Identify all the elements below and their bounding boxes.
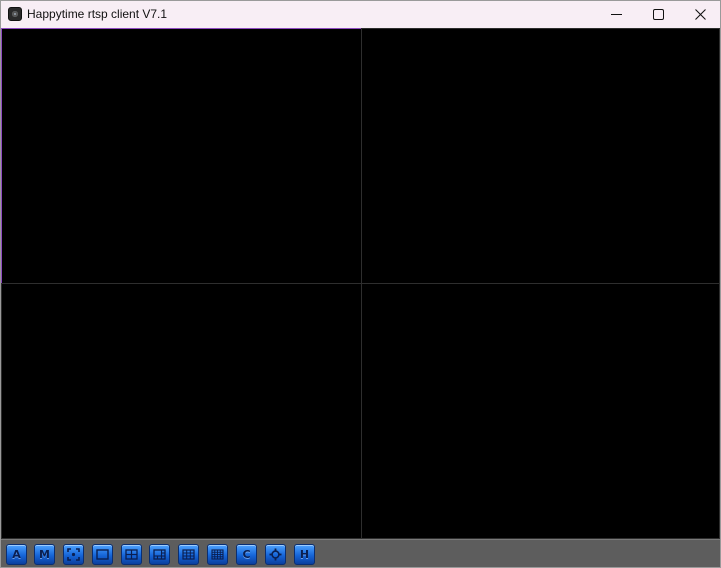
btn-layout-1[interactable]: [92, 544, 113, 565]
letter-c-icon: C: [242, 548, 251, 561]
maximize-icon: [652, 9, 664, 20]
btn-a[interactable]: A: [6, 544, 27, 565]
btn-layout-6[interactable]: [149, 544, 170, 565]
btn-h[interactable]: H: [294, 544, 315, 565]
btn-settings[interactable]: [265, 544, 286, 565]
bottom-toolbar: A M C H: [1, 539, 720, 567]
letter-a-icon: A: [12, 548, 21, 561]
video-pane-3[interactable]: [1, 283, 362, 539]
title-bar[interactable]: Happytime rtsp client V7.1: [1, 1, 720, 28]
app-window: Happytime rtsp client V7.1 A M C H: [0, 0, 721, 568]
video-grid: [1, 28, 720, 539]
minimize-icon: [610, 14, 622, 15]
close-button[interactable]: [679, 1, 720, 28]
fullscreen-icon: [67, 548, 80, 561]
camera-app-icon: [8, 7, 22, 21]
btn-fullscreen[interactable]: [63, 544, 84, 565]
btn-layout-4[interactable]: [121, 544, 142, 565]
btn-c[interactable]: C: [236, 544, 257, 565]
video-pane-2[interactable]: [361, 28, 720, 284]
minimize-button[interactable]: [595, 1, 637, 28]
btn-layout-16[interactable]: [207, 544, 228, 565]
video-pane-4[interactable]: [361, 283, 720, 539]
letter-m-icon: M: [39, 548, 50, 561]
close-icon: [694, 9, 706, 20]
layout-1plus5-icon: [153, 549, 166, 560]
letter-h-icon: H: [299, 548, 310, 561]
btn-layout-9[interactable]: [178, 544, 199, 565]
layout-2x2-icon: [125, 549, 138, 560]
maximize-button[interactable]: [637, 1, 679, 28]
btn-m[interactable]: M: [34, 544, 55, 565]
layout-3x3-icon: [182, 549, 195, 560]
video-pane-1[interactable]: [1, 28, 362, 284]
gear-icon: [269, 548, 282, 561]
window-title: Happytime rtsp client V7.1: [27, 7, 168, 21]
layout-4x4-icon: [211, 549, 224, 560]
layout-1x1-icon: [96, 549, 109, 560]
